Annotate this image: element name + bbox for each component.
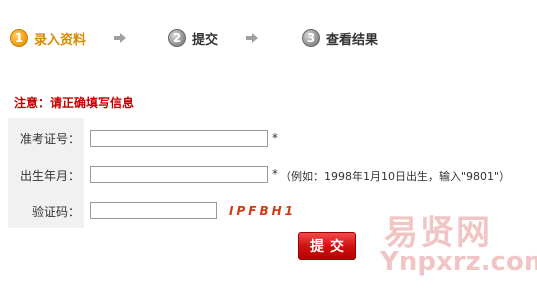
step-2-number-icon: 2 — [168, 29, 186, 47]
step-3: 3 查看结果 — [302, 27, 378, 49]
step-3-number-icon: 3 — [302, 29, 320, 47]
captcha-input[interactable] — [90, 202, 217, 219]
submit-button[interactable]: 提交 — [298, 232, 356, 260]
arrow-right-icon — [246, 33, 258, 43]
exam-number-input[interactable] — [90, 130, 268, 147]
step-1-number-icon: 1 — [10, 29, 28, 47]
exam-number-label: 准考证号： — [19, 132, 80, 146]
watermark-logo-en: Ynpxrz.com — [380, 247, 537, 277]
step-1: 1 录入资料 — [10, 27, 86, 49]
step-3-label: 查看结果 — [326, 32, 379, 48]
birth-date-hint: （例如：1998年1月10日出生，输入"9801"） — [280, 170, 511, 183]
step-1-label: 录入资料 — [34, 32, 87, 48]
notice-text: 注意：请正确填写信息 — [14, 96, 135, 110]
birth-date-label: 出生年月： — [19, 169, 80, 183]
birth-date-required-mark: * — [272, 167, 278, 181]
captcha-code: IPFBH1 — [229, 204, 296, 218]
step-2: 2 提交 — [168, 27, 218, 49]
step-progress-bar: 1 录入资料 2 提交 3 查看结果 — [0, 0, 537, 78]
captcha-label: 验证码： — [31, 205, 80, 219]
step-2-label: 提交 — [192, 32, 219, 48]
arrow-right-icon — [114, 33, 126, 43]
birth-date-input[interactable] — [90, 166, 268, 183]
exam-number-required-mark: * — [272, 131, 278, 145]
